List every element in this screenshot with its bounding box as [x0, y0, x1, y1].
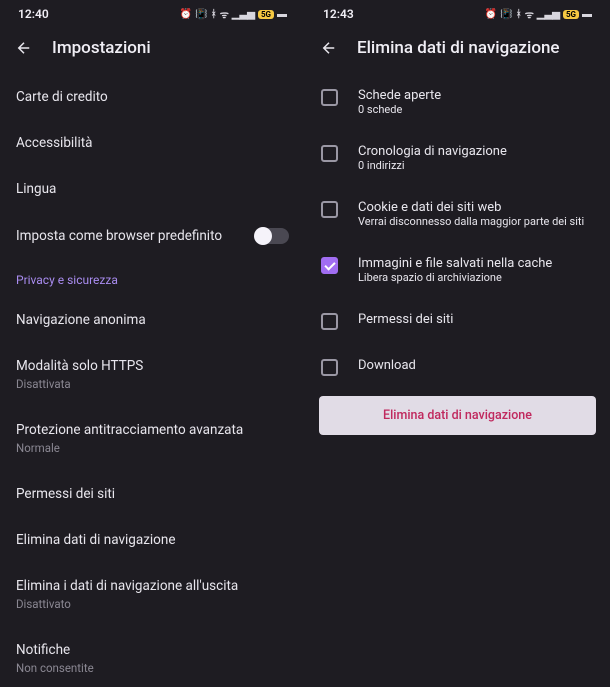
option-history[interactable]: Cronologia di navigazione 0 indirizzi	[305, 130, 610, 186]
delete-options-list[interactable]: Schede aperte 0 schede Cronologia di nav…	[305, 68, 610, 687]
row-label: Elimina i dati di navigazione all'uscita	[16, 577, 289, 595]
signal-icon: ▁▃▅	[232, 9, 255, 20]
page-title: Impostazioni	[52, 38, 151, 58]
page-title: Elimina dati di navigazione	[357, 38, 560, 58]
option-open-tabs[interactable]: Schede aperte 0 schede	[305, 74, 610, 130]
row-label: Navigazione anonima	[16, 311, 289, 329]
row-label: Lingua	[16, 180, 289, 198]
row-delete-on-quit[interactable]: Elimina i dati di navigazione all'uscita…	[0, 563, 305, 627]
row-credit-cards[interactable]: Carte di credito	[0, 74, 305, 120]
row-label: Notifiche	[16, 641, 289, 659]
back-icon[interactable]	[319, 38, 339, 58]
option-label: Immagini e file salvati nella cache	[358, 256, 552, 271]
option-label: Cronologia di navigazione	[358, 144, 507, 159]
alarm-icon: ⏰	[485, 9, 497, 20]
option-cookies[interactable]: Cookie e dati dei siti web Verrai discon…	[305, 186, 610, 242]
signal-icon: ▁▃▅	[537, 9, 560, 20]
option-downloads[interactable]: Download	[305, 344, 610, 390]
alarm-icon: ⏰	[180, 9, 192, 20]
section-privacy: Privacy e sicurezza	[0, 259, 305, 297]
row-default-browser[interactable]: Imposta come browser predefinito	[0, 213, 305, 259]
battery-icon: ▬	[582, 9, 592, 20]
network-badge: 5G	[258, 10, 274, 19]
row-label: Permessi dei siti	[16, 485, 289, 503]
wifi-icon: ᯤ	[220, 7, 229, 21]
network-badge: 5G	[563, 10, 579, 19]
option-label: Cookie e dati dei siti web	[358, 200, 584, 215]
row-private-browsing[interactable]: Navigazione anonima	[0, 297, 305, 343]
checkbox[interactable]	[321, 89, 338, 106]
row-tracking-protection[interactable]: Protezione antitracciamento avanzata Nor…	[0, 407, 305, 471]
toggle-default-browser[interactable]	[255, 228, 289, 244]
row-site-permissions[interactable]: Permessi dei siti	[0, 471, 305, 517]
header: Impostazioni	[0, 28, 305, 68]
row-delete-browsing-data[interactable]: Elimina dati di navigazione	[0, 517, 305, 563]
checkbox[interactable]	[321, 201, 338, 218]
status-time: 12:43	[323, 7, 354, 21]
status-bar: 12:40 ⏰ 📳 ᚼ ᯤ ▁▃▅ 5G ▬	[0, 0, 305, 28]
vibrate-icon: 📳	[195, 9, 207, 20]
option-sub: 0 schede	[358, 103, 441, 116]
row-https-only[interactable]: Modalità solo HTTPS Disattivata	[0, 343, 305, 407]
row-sub: Disattivata	[16, 377, 289, 393]
option-sub: Verrai disconnesso dalla maggior parte d…	[358, 215, 584, 228]
delete-button[interactable]: Elimina dati di navigazione	[319, 396, 596, 435]
row-accessibility[interactable]: Accessibilità	[0, 120, 305, 166]
option-label: Schede aperte	[358, 88, 441, 103]
status-icons: ⏰ 📳 ᚼ ᯤ ▁▃▅ 5G ▬	[485, 7, 592, 21]
row-label: Elimina dati di navigazione	[16, 531, 289, 549]
status-icons: ⏰ 📳 ᚼ ᯤ ▁▃▅ 5G ▬	[180, 7, 287, 21]
row-label: Accessibilità	[16, 134, 289, 152]
option-label: Permessi dei siti	[358, 312, 453, 327]
row-sub: Non consentite	[16, 661, 289, 677]
row-language[interactable]: Lingua	[0, 166, 305, 212]
wifi-icon: ᯤ	[525, 7, 534, 21]
row-notifications[interactable]: Notifiche Non consentite	[0, 627, 305, 687]
row-label: Protezione antitracciamento avanzata	[16, 421, 289, 439]
vibrate-icon: 📳	[500, 9, 512, 20]
checkbox[interactable]	[321, 145, 338, 162]
row-label: Modalità solo HTTPS	[16, 357, 289, 375]
option-site-permissions[interactable]: Permessi dei siti	[305, 298, 610, 344]
status-bar: 12:43 ⏰ 📳 ᚼ ᯤ ▁▃▅ 5G ▬	[305, 0, 610, 28]
checkbox[interactable]	[321, 257, 338, 274]
status-time: 12:40	[18, 7, 49, 21]
battery-icon: ▬	[277, 9, 287, 20]
option-label: Download	[358, 358, 416, 373]
settings-list[interactable]: Carte di credito Accessibilità Lingua Im…	[0, 68, 305, 687]
checkbox[interactable]	[321, 313, 338, 330]
option-sub: Libera spazio di archiviazione	[358, 271, 552, 284]
header: Elimina dati di navigazione	[305, 28, 610, 68]
delete-data-screen: 12:43 ⏰ 📳 ᚼ ᯤ ▁▃▅ 5G ▬ Elimina dati di n…	[305, 0, 610, 687]
checkbox[interactable]	[321, 359, 338, 376]
row-label: Carte di credito	[16, 88, 289, 106]
row-label: Imposta come browser predefinito	[16, 227, 255, 245]
settings-screen: 12:40 ⏰ 📳 ᚼ ᯤ ▁▃▅ 5G ▬ Impostazioni Cart…	[0, 0, 305, 687]
back-icon[interactable]	[14, 38, 34, 58]
option-sub: 0 indirizzi	[358, 159, 507, 172]
row-sub: Normale	[16, 441, 289, 457]
row-sub: Disattivato	[16, 597, 289, 613]
bluetooth-icon: ᚼ	[516, 9, 522, 20]
option-cache[interactable]: Immagini e file salvati nella cache Libe…	[305, 242, 610, 298]
bluetooth-icon: ᚼ	[211, 9, 217, 20]
